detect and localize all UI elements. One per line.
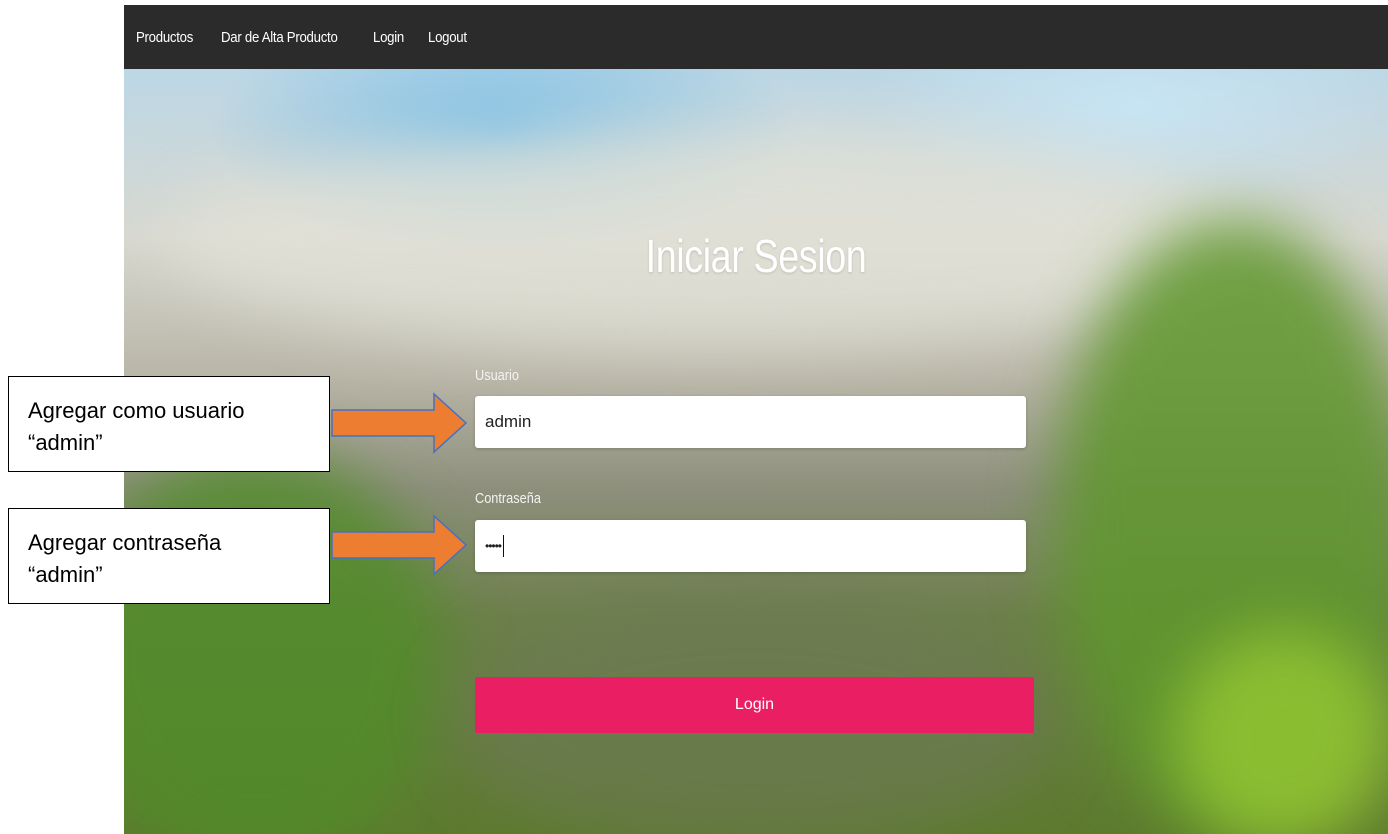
password-arrow-icon [331,514,468,576]
username-callout: Agregar como usuario “admin” [8,376,330,472]
username-label: Usuario [475,367,519,384]
username-callout-line1: Agregar como usuario [28,398,245,423]
nav-item-login[interactable]: Login [373,29,404,46]
top-navbar: Productos Dar de Alta Producto Login Log… [124,5,1388,69]
login-button[interactable]: Login [475,677,1034,733]
password-callout-line1: Agregar contraseña [28,530,222,555]
password-input[interactable]: ••••• [475,520,1026,572]
text-caret [503,535,505,557]
username-callout-line2: “admin” [28,430,103,455]
nav-links: Productos Dar de Alta Producto Login Log… [136,5,493,69]
background-bush [1174,629,1388,834]
background-foliage-left [124,449,444,834]
password-value: ••••• [485,539,502,553]
password-callout-line2: “admin” [28,562,103,587]
username-value: admin [485,412,532,431]
password-label: Contraseña [475,490,541,507]
password-callout: Agregar contraseña “admin” [8,508,330,604]
page-title: Iniciar Sesion [645,230,867,282]
username-input[interactable]: admin [475,396,1026,448]
nav-item-logout[interactable]: Logout [428,29,467,46]
nav-item-productos[interactable]: Productos [136,29,193,46]
username-arrow-icon [331,392,468,454]
nav-item-dar-de-alta-producto[interactable]: Dar de Alta Producto [221,29,338,46]
